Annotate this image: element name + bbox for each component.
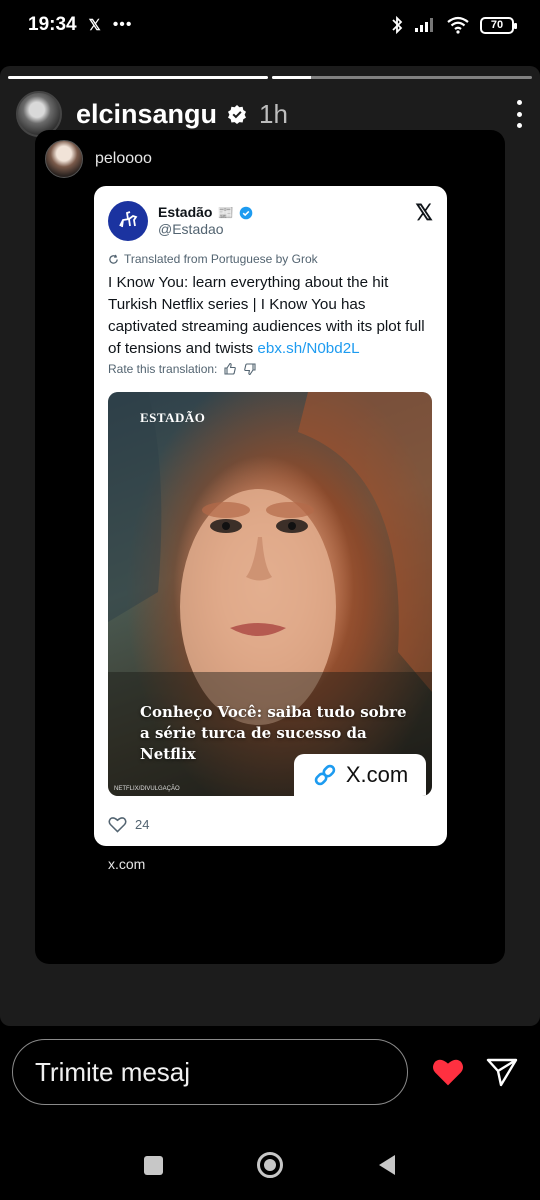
back-triangle-icon	[379, 1155, 395, 1175]
tweet-handle: @Estadao	[158, 221, 224, 237]
heart-filled-icon	[433, 1059, 463, 1086]
rate-translation-label: Rate this translation:	[108, 362, 218, 376]
tweet-text: I Know You: learn everything about the h…	[108, 272, 437, 360]
verified-badge-icon	[239, 206, 252, 219]
battery-icon: 70	[480, 16, 517, 34]
translation-note: Translated from Portuguese by Grok	[108, 252, 318, 266]
repost-username[interactable]: peloooo	[95, 150, 152, 168]
story-progress	[8, 76, 532, 79]
system-nav-bar	[0, 1140, 540, 1190]
progress-fill	[272, 76, 311, 79]
rate-translation: Rate this translation:	[108, 362, 257, 376]
tweet-link[interactable]: ebx.sh/N0bd2L	[257, 340, 359, 357]
image-brand: ESTADÃO	[140, 410, 206, 425]
home-button[interactable]	[212, 1152, 329, 1178]
message-input-placeholder: Trimite mesaj	[35, 1056, 191, 1087]
wifi-icon	[447, 16, 469, 34]
battery-level: 70	[490, 19, 504, 31]
status-right: 70	[390, 15, 517, 35]
more-notifications-icon: •••	[112, 16, 133, 33]
thumbs-up-icon[interactable]	[223, 362, 237, 376]
send-icon	[486, 1058, 518, 1087]
clock: 19:34	[28, 14, 77, 35]
translation-note-text: Translated from Portuguese by Grok	[124, 252, 318, 266]
like-count: 24	[135, 817, 150, 832]
image-credit: NETFLIX/DIVULGAÇÃO	[114, 786, 180, 792]
x-logo-icon: 𝕏	[88, 17, 101, 34]
back-button[interactable]	[329, 1154, 446, 1176]
like-button[interactable]	[430, 1054, 466, 1090]
x-logo-icon: 𝕏	[415, 200, 433, 225]
progress-fill	[8, 76, 268, 79]
source-domain[interactable]: x.com	[108, 856, 145, 872]
repost-avatar[interactable]	[45, 140, 83, 178]
home-circle-icon	[257, 1152, 283, 1178]
horse-rider-icon	[119, 211, 138, 228]
tweet-card[interactable]: Estadão 📰 @Estadao 𝕏 Translated from Por…	[94, 186, 447, 846]
link-badge-text: X.com	[345, 762, 409, 787]
more-options-icon[interactable]	[514, 100, 524, 128]
story-viewer[interactable]: elcinsangu 1h peloooo Estadão 📰 @Estadao…	[0, 66, 540, 1026]
progress-segment	[272, 76, 532, 79]
reposted-content[interactable]: peloooo Estadão 📰 @Estadao 𝕏 Translated …	[35, 130, 505, 964]
tweet-header: Estadão 📰 @Estadao 𝕏	[108, 200, 433, 242]
refresh-icon	[109, 254, 118, 264]
send-button[interactable]	[484, 1054, 520, 1090]
newspaper-icon: 📰	[217, 204, 234, 220]
tweet-author: Estadão 📰 @Estadao	[158, 204, 253, 238]
reply-bar: Trimite mesaj	[0, 1034, 540, 1110]
progress-segment	[8, 76, 268, 79]
bluetooth-icon	[392, 15, 403, 35]
recents-button[interactable]	[95, 1155, 212, 1175]
post-time: 1h	[259, 98, 288, 129]
tweet-display-name[interactable]: Estadão	[158, 204, 212, 221]
signal-icon	[415, 18, 433, 32]
verified-badge-icon	[228, 105, 247, 124]
tweet-likes[interactable]: 24	[108, 816, 149, 833]
heart-outline-icon[interactable]	[108, 816, 127, 833]
message-input[interactable]: Trimite mesaj	[12, 1039, 408, 1105]
repost-header: peloooo	[45, 140, 152, 178]
status-left: 19:34 𝕏 •••	[28, 14, 133, 36]
status-bar: 19:34 𝕏 ••• 70	[0, 0, 540, 50]
square-icon	[143, 1155, 163, 1175]
link-icon	[314, 764, 336, 786]
tweet-image[interactable]: ESTADÃO Conheço Você: saiba tudo sobre a…	[108, 392, 432, 796]
username[interactable]: elcinsangu	[76, 99, 217, 130]
estadao-logo	[108, 201, 148, 241]
link-badge[interactable]: X.com	[294, 754, 426, 796]
thumbs-down-icon[interactable]	[243, 362, 257, 376]
